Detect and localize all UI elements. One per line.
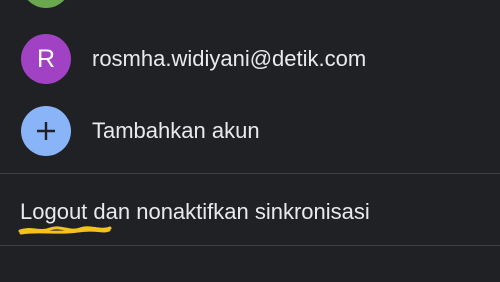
add-account-avatar [21, 106, 71, 156]
logout-button[interactable]: Logout dan nonaktifkan sinkronisasi [0, 174, 500, 245]
divider [0, 245, 500, 246]
account-email: rosmha.widiyani@detik.com [92, 46, 367, 71]
account-avatar: R [21, 34, 71, 84]
add-account-button[interactable]: Tambahkan akun [0, 97, 500, 167]
account-row-rosmha[interactable]: R rosmha.widiyani@detik.com [0, 25, 500, 95]
plus-icon [37, 122, 55, 140]
highlight-scribble [18, 226, 112, 235]
avatar-initial: R [36, 44, 56, 73]
add-account-label: Tambahkan akun [92, 118, 260, 143]
account-avatar-partial[interactable] [21, 0, 71, 8]
logout-label: Logout dan nonaktifkan sinkronisasi [20, 199, 370, 224]
